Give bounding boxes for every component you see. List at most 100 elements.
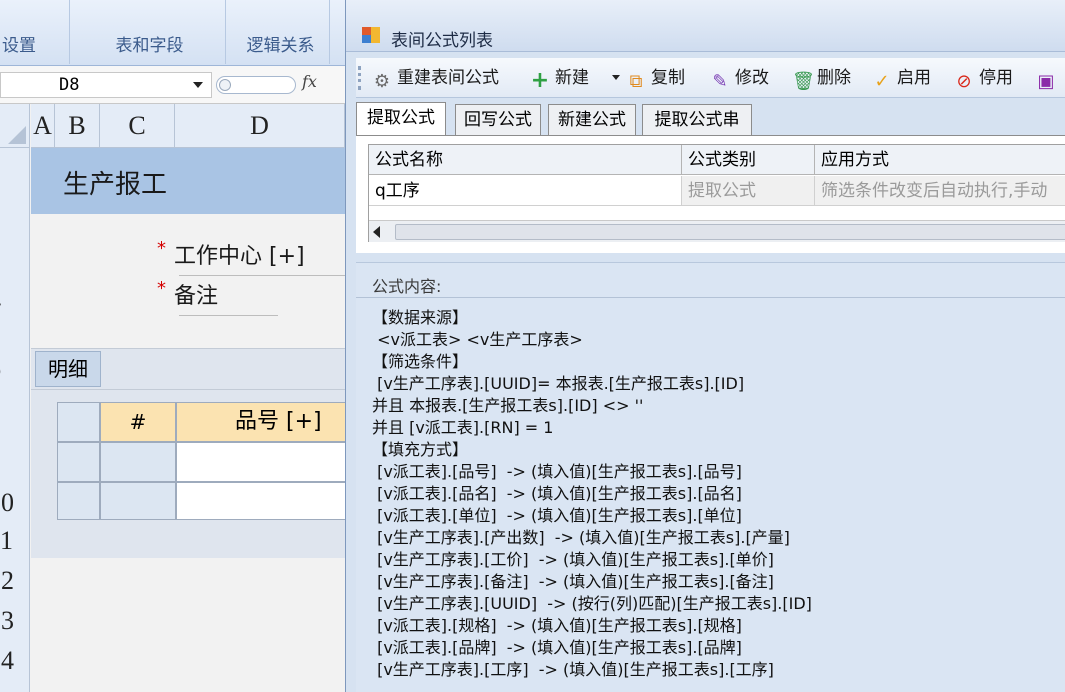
column-header-formula-name[interactable]: 公式名称 xyxy=(369,145,682,175)
gear-icon: ⚙ xyxy=(373,71,391,92)
ribbon-group-tables-fields[interactable]: 表和字段 xyxy=(74,0,226,64)
app-icon-square xyxy=(371,35,380,43)
button-label: 新建 xyxy=(555,68,589,88)
row-header[interactable]: 6 xyxy=(0,354,30,384)
grid-cell[interactable] xyxy=(100,482,176,520)
grid-header-item-no[interactable]: 品号 [+] xyxy=(176,402,345,442)
tab-new-formula[interactable]: 新建公式 xyxy=(548,104,636,136)
formula-line: [v生产工序表].[UUID]= 本报表.[生产报工表s].[ID] xyxy=(372,374,745,393)
check-icon: ✓ xyxy=(874,71,890,92)
formula-line: [v派工表].[单位] -> (填入值)[生产报工表s].[单位] xyxy=(372,506,742,525)
copy-button[interactable]: ⧉ 复制 xyxy=(626,66,685,92)
column-header-a[interactable]: A xyxy=(31,104,55,148)
new-dropdown-button[interactable] xyxy=(612,66,620,90)
field-label: 工作中心 [+] xyxy=(174,244,305,269)
row-header[interactable]: 2 xyxy=(0,208,30,238)
formula-line: [v生产工序表].[备注] -> (填入值)[生产报工表s].[备注] xyxy=(372,572,774,591)
row-header[interactable]: 9 xyxy=(0,450,30,480)
trash-icon: 🗑 xyxy=(792,71,815,92)
field-underline xyxy=(179,275,345,276)
column-header-b[interactable]: B xyxy=(55,104,100,148)
detail-band: 明细 xyxy=(31,348,345,390)
formula-tabs: 提取公式 回写公式 新建公式 提取公式串 xyxy=(356,102,1065,137)
scroll-thumb[interactable] xyxy=(395,224,1065,240)
formula-line: [v生产工序表].[工价] -> (填入值)[生产报工表s].[单价] xyxy=(372,550,774,569)
grid-cell[interactable] xyxy=(100,442,176,482)
form-area: * 工作中心 [+] * 备注 xyxy=(31,214,345,348)
save-button[interactable]: ▣ xyxy=(1036,66,1061,92)
tab-body: 公式名称 公式类别 应用方式 q工序 提取公式 筛选条件改变后自动执行,手动 xyxy=(356,135,1065,253)
field-remark[interactable]: * 备注 xyxy=(157,278,279,316)
button-label: 启用 xyxy=(897,68,931,88)
sheet-title: 生产报工 xyxy=(63,170,168,200)
toolbar-grip-icon[interactable] xyxy=(358,66,361,90)
button-label: 修改 xyxy=(735,68,769,88)
formula-list-dialog: 表间公式列表 ⚙ 重建表间公式 + 新建 ⧉ 复制 ✎ 修改 🗑 删除 ✓ 启用 ⊘ 停用 ▣ xyxy=(345,0,1065,692)
tab-detail[interactable]: 明细 xyxy=(35,351,101,387)
field-label: 备注 xyxy=(174,284,219,309)
row-header[interactable]: 5 xyxy=(0,320,30,350)
background-spreadsheet: 设置 表和字段 逻辑关系 D8 fx A B C D 2 3 4 5 6 8 9… xyxy=(0,0,345,692)
sheet-empty-area xyxy=(31,558,345,692)
row-header[interactable]: 12 xyxy=(0,566,30,596)
button-label: 复制 xyxy=(651,68,685,88)
fx-icon[interactable]: fx xyxy=(302,72,317,91)
ribbon-group-label: 逻辑关系 xyxy=(246,36,315,56)
column-header-formula-type[interactable]: 公式类别 xyxy=(682,145,815,175)
column-header-c[interactable]: C xyxy=(100,104,175,148)
dialog-titlebar: 表间公式列表 xyxy=(346,0,1065,52)
formula-line: [v派工表].[品名] -> (填入值)[生产报工表s].[品名] xyxy=(372,484,742,503)
app-icon-square xyxy=(371,27,380,35)
formula-line: [v派工表].[品牌] -> (填入值)[生产报工表s].[品牌] xyxy=(372,638,742,657)
formula-content-box[interactable]: 【数据来源】 <v派工表> <v生产工序表> 【筛选条件】 [v生产工序表].[… xyxy=(356,297,1065,692)
edit-button[interactable]: ✎ 修改 xyxy=(710,66,769,92)
table-cell-formula-name[interactable]: q工序 xyxy=(369,176,682,206)
grid-row-selector[interactable] xyxy=(57,482,100,520)
sheet-title-band: 生产报工 xyxy=(31,148,345,214)
field-work-center[interactable]: * 工作中心 [+] xyxy=(157,238,345,276)
formula-line: [v生产工序表].[UUID] -> (按行(列)匹配)[生产报工表s].[ID… xyxy=(372,594,812,613)
row-header[interactable]: 4 xyxy=(0,286,30,316)
table-cell-apply-mode[interactable]: 筛选条件改变后自动执行,手动 xyxy=(815,176,1065,206)
row-header[interactable]: 3 xyxy=(0,244,30,274)
row-header[interactable]: 10 xyxy=(0,488,30,518)
rebuild-formulas-button[interactable]: ⚙ 重建表间公式 xyxy=(372,66,499,92)
row-header[interactable]: 8 xyxy=(0,412,30,442)
dialog-title: 表间公式列表 xyxy=(391,31,493,51)
column-header-d[interactable]: D xyxy=(175,104,345,148)
formula-line: [v派工表].[规格] -> (填入值)[生产报工表s].[规格] xyxy=(372,616,742,635)
formula-bar: D8 fx xyxy=(0,66,345,104)
grid-header-index[interactable]: # xyxy=(100,402,176,442)
table-cell-formula-type[interactable]: 提取公式 xyxy=(682,176,815,206)
select-all-corner[interactable] xyxy=(0,104,30,148)
ribbon-group-settings[interactable]: 设置 xyxy=(0,0,70,64)
tab-extract-formula-chain[interactable]: 提取公式串 xyxy=(642,104,752,136)
grid-cell[interactable] xyxy=(176,482,345,520)
grid-row-selector[interactable] xyxy=(57,442,100,482)
tab-writeback-formula[interactable]: 回写公式 xyxy=(455,104,541,136)
name-box[interactable]: D8 xyxy=(0,72,212,98)
disable-button[interactable]: ⊘ 停用 xyxy=(954,66,1013,92)
row-header[interactable]: 13 xyxy=(0,606,30,636)
chevron-down-icon[interactable] xyxy=(193,82,203,88)
ribbon-group-logic[interactable]: 逻辑关系 xyxy=(232,0,330,64)
delete-button[interactable]: 🗑 删除 xyxy=(792,66,851,92)
formula-scroll[interactable] xyxy=(216,76,296,94)
app-icon-square xyxy=(362,35,371,43)
horizontal-scrollbar[interactable] xyxy=(369,220,1065,242)
ribbon: 设置 表和字段 逻辑关系 xyxy=(0,0,345,66)
formula-line: 【筛选条件】 xyxy=(372,352,469,371)
toolbar: ⚙ 重建表间公式 + 新建 ⧉ 复制 ✎ 修改 🗑 删除 ✓ 启用 ⊘ 停用 ▣ xyxy=(356,58,1065,98)
enable-button[interactable]: ✓ 启用 xyxy=(872,66,931,92)
tab-extract-formula[interactable]: 提取公式 xyxy=(356,102,446,137)
row-header[interactable]: 11 xyxy=(0,526,30,556)
copy-icon: ⧉ xyxy=(629,71,643,92)
new-button[interactable]: + 新建 xyxy=(530,66,589,92)
scroll-left-icon[interactable] xyxy=(373,226,380,238)
column-header-apply-mode[interactable]: 应用方式 xyxy=(815,145,1065,175)
grid-cell[interactable] xyxy=(176,442,345,482)
formula-line: 并且 [v派工表].[RN] = 1 xyxy=(372,418,554,437)
detail-grid: # 品号 [+] xyxy=(31,390,345,558)
row-header[interactable]: 14 xyxy=(0,646,30,676)
scroll-knob-icon[interactable] xyxy=(219,79,231,91)
